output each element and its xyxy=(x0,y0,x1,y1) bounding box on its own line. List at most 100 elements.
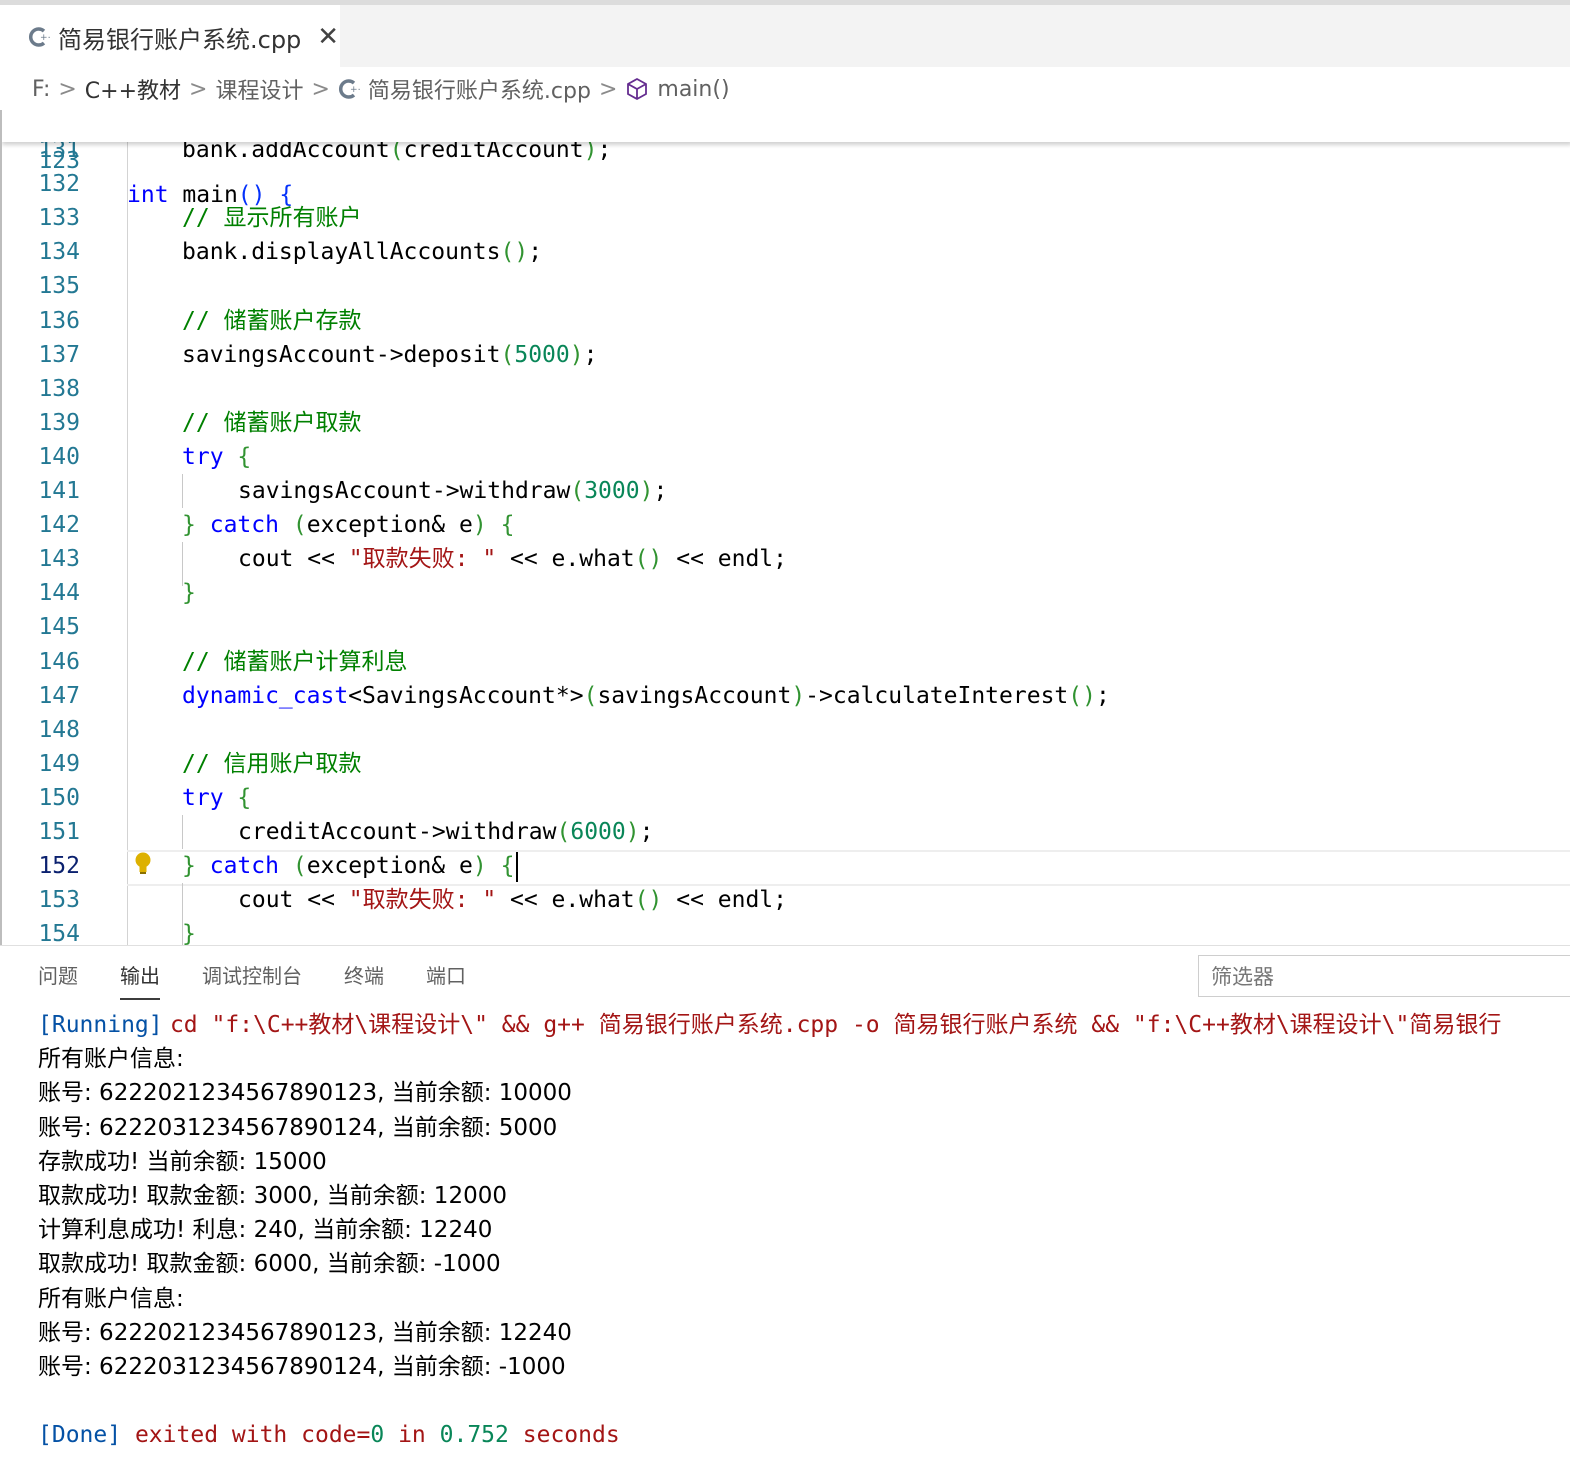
code-editor[interactable]: 123 int main() { 131 bank.addAccount(cred… xyxy=(0,110,1570,945)
code-text: } xyxy=(182,580,196,607)
code-line[interactable]: 143 cout << "取款失败: " << e.what() << endl; xyxy=(2,542,1570,576)
indent-guide xyxy=(182,474,183,509)
code-line[interactable]: 141 savingsAccount->withdraw(3000); xyxy=(2,474,1570,508)
code-text: // 储蓄账户取款 xyxy=(182,409,362,436)
breadcrumb-folder-textbook-label: C++教材 xyxy=(84,79,182,104)
code-text: try { xyxy=(182,443,252,470)
line-number: 139 xyxy=(38,409,80,436)
chevron-right-icon: > xyxy=(189,76,208,102)
brace: { xyxy=(279,182,294,208)
indent-guide xyxy=(182,883,183,945)
line-number: 136 xyxy=(38,307,80,334)
code-line[interactable]: 153 cout << "取款失败: " << e.what() << endl; xyxy=(2,883,1570,917)
done-in: in xyxy=(398,1422,426,1449)
code-line[interactable]: 137 savingsAccount->deposit(5000); xyxy=(2,338,1570,372)
code-line[interactable]: 152} catch (exception& e) { xyxy=(2,849,1570,883)
done-line: [Done] exited with code=0 in 0.752 secon… xyxy=(38,1418,1570,1452)
code-line[interactable]: 142} catch (exception& e) { xyxy=(2,508,1570,542)
output-line: 存款成功! 当前余额: 15000 xyxy=(38,1148,327,1175)
breadcrumb-symbol[interactable]: main() xyxy=(625,77,730,102)
breadcrumb-folder-textbook[interactable]: C++教材 xyxy=(85,73,181,105)
keyword: int xyxy=(127,182,169,208)
code-line[interactable]: 148 xyxy=(2,713,1570,747)
breadcrumb-file[interactable]: ++ 简易银行账户系统.cpp xyxy=(338,73,591,105)
indent-guide xyxy=(182,815,183,850)
line-number: 135 xyxy=(38,273,80,300)
filter-input[interactable]: 筛选器 xyxy=(1198,955,1570,997)
code-line[interactable]: 138 xyxy=(2,372,1570,406)
line-number: 154 xyxy=(38,921,80,945)
line-number: 138 xyxy=(38,375,80,402)
code-line[interactable]: 144} xyxy=(2,576,1570,610)
output-line: 账号: 6222021234567890123, 当前余额: 12240 xyxy=(38,1319,572,1346)
output-line: 账号: 6222031234567890124, 当前余额: -1000 xyxy=(38,1353,566,1380)
close-tab-icon[interactable]: ✕ xyxy=(317,22,339,52)
method-cube-icon xyxy=(627,77,648,101)
text-cursor xyxy=(516,852,518,883)
code-text: cout << "取款失败: " << e.what() << endl; xyxy=(238,546,787,573)
breadcrumb-file-label: 简易银行账户系统.cpp xyxy=(367,79,591,104)
code-line[interactable]: 134 bank.displayAllAccounts(); xyxy=(2,235,1570,269)
done-tag: [Done] xyxy=(38,1422,122,1449)
tab-terminal[interactable]: 终端 xyxy=(344,960,384,1000)
tab-ports[interactable]: 端口 xyxy=(426,960,466,1000)
code-line[interactable]: 147 dynamic_cast<SavingsAccount*>(savings… xyxy=(2,679,1570,713)
code-text: // 信用账户取款 xyxy=(182,750,362,777)
line-number: 137 xyxy=(38,341,80,368)
output-line: 账号: 6222031234567890124, 当前余额: 5000 xyxy=(38,1114,558,1141)
code-line[interactable]: 154} xyxy=(2,917,1570,945)
cpp-file-icon: ++ xyxy=(28,27,50,47)
sticky-scroll-header[interactable]: 123 int main() { xyxy=(2,110,1570,208)
code-text: try { xyxy=(182,784,252,811)
code-line[interactable]: 136 // 储蓄账户存款 xyxy=(2,304,1570,338)
output-line: 取款成功! 取款金额: 6000, 当前余额: -1000 xyxy=(38,1251,501,1278)
breadcrumb-drive[interactable]: F: xyxy=(32,77,50,102)
code-line[interactable]: 151 creditAccount->withdraw(6000); xyxy=(2,815,1570,849)
done-text: exited with code= xyxy=(134,1422,371,1449)
code-text: cout << "取款失败: " << e.what() << endl; xyxy=(238,887,787,914)
code-line[interactable]: 135 xyxy=(2,269,1570,303)
line-number: 141 xyxy=(38,478,80,504)
code-line[interactable]: 145 xyxy=(2,610,1570,644)
chevron-right-icon: > xyxy=(311,76,330,102)
line-number: 151 xyxy=(38,819,80,845)
code-line[interactable]: 149 // 信用账户取款 xyxy=(2,747,1570,781)
code-line[interactable]: 140 try { xyxy=(2,440,1570,474)
line-number: 152 xyxy=(38,853,80,880)
output-line: 取款成功! 取款金额: 3000, 当前余额: 12000 xyxy=(38,1182,507,1209)
chevron-right-icon: > xyxy=(598,76,618,102)
tab-problems[interactable]: 问题 xyxy=(38,960,78,1000)
panel-tabs: 问题 输出 调试控制台 终端 端口 xyxy=(38,960,508,1000)
code-text: creditAccount->withdraw(6000); xyxy=(238,819,654,845)
svg-text:++: ++ xyxy=(40,33,50,43)
function-name: main xyxy=(182,182,238,208)
tab-debug-console[interactable]: 调试控制台 xyxy=(202,960,302,1000)
output-line: 所有账户信息: xyxy=(38,1285,184,1312)
code-text: bank.displayAllAccounts(); xyxy=(182,239,543,266)
breadcrumb-drive-label: F: xyxy=(32,76,51,102)
line-number: 145 xyxy=(38,614,80,641)
line-number: 144 xyxy=(38,580,80,607)
done-seconds: seconds xyxy=(522,1422,620,1449)
code-line[interactable]: 139 // 储蓄账户取款 xyxy=(2,406,1570,440)
code-line[interactable]: 150 try { xyxy=(2,781,1570,815)
chevron-right-icon: > xyxy=(58,76,77,102)
breadcrumb-folder-course[interactable]: 课程设计 xyxy=(215,73,303,105)
code-text: // 储蓄账户计算利息 xyxy=(182,648,408,675)
line-number: 150 xyxy=(38,784,80,811)
line-number: 149 xyxy=(38,750,80,777)
breadcrumb-folder-course-label: 课程设计 xyxy=(215,79,304,104)
code-line[interactable]: 146 // 储蓄账户计算利息 xyxy=(2,645,1570,679)
code-text: } xyxy=(182,921,196,945)
lightbulb-icon[interactable] xyxy=(133,851,153,877)
running-tag: [Running] xyxy=(38,1012,163,1038)
parens: () xyxy=(237,182,266,208)
exit-code: 0 xyxy=(370,1422,385,1449)
output-lines: 所有账户信息: 账号: 6222021234567890123, 当前余额: 10… xyxy=(38,1042,1570,1418)
editor-tab[interactable]: ++ 简易银行账户系统.cpp ✕ xyxy=(0,5,340,69)
elapsed-time: 0.752 xyxy=(439,1422,509,1449)
tab-output[interactable]: 输出 xyxy=(120,960,160,1000)
output-line: 所有账户信息: xyxy=(38,1046,184,1073)
line-number: 123 xyxy=(38,148,80,174)
